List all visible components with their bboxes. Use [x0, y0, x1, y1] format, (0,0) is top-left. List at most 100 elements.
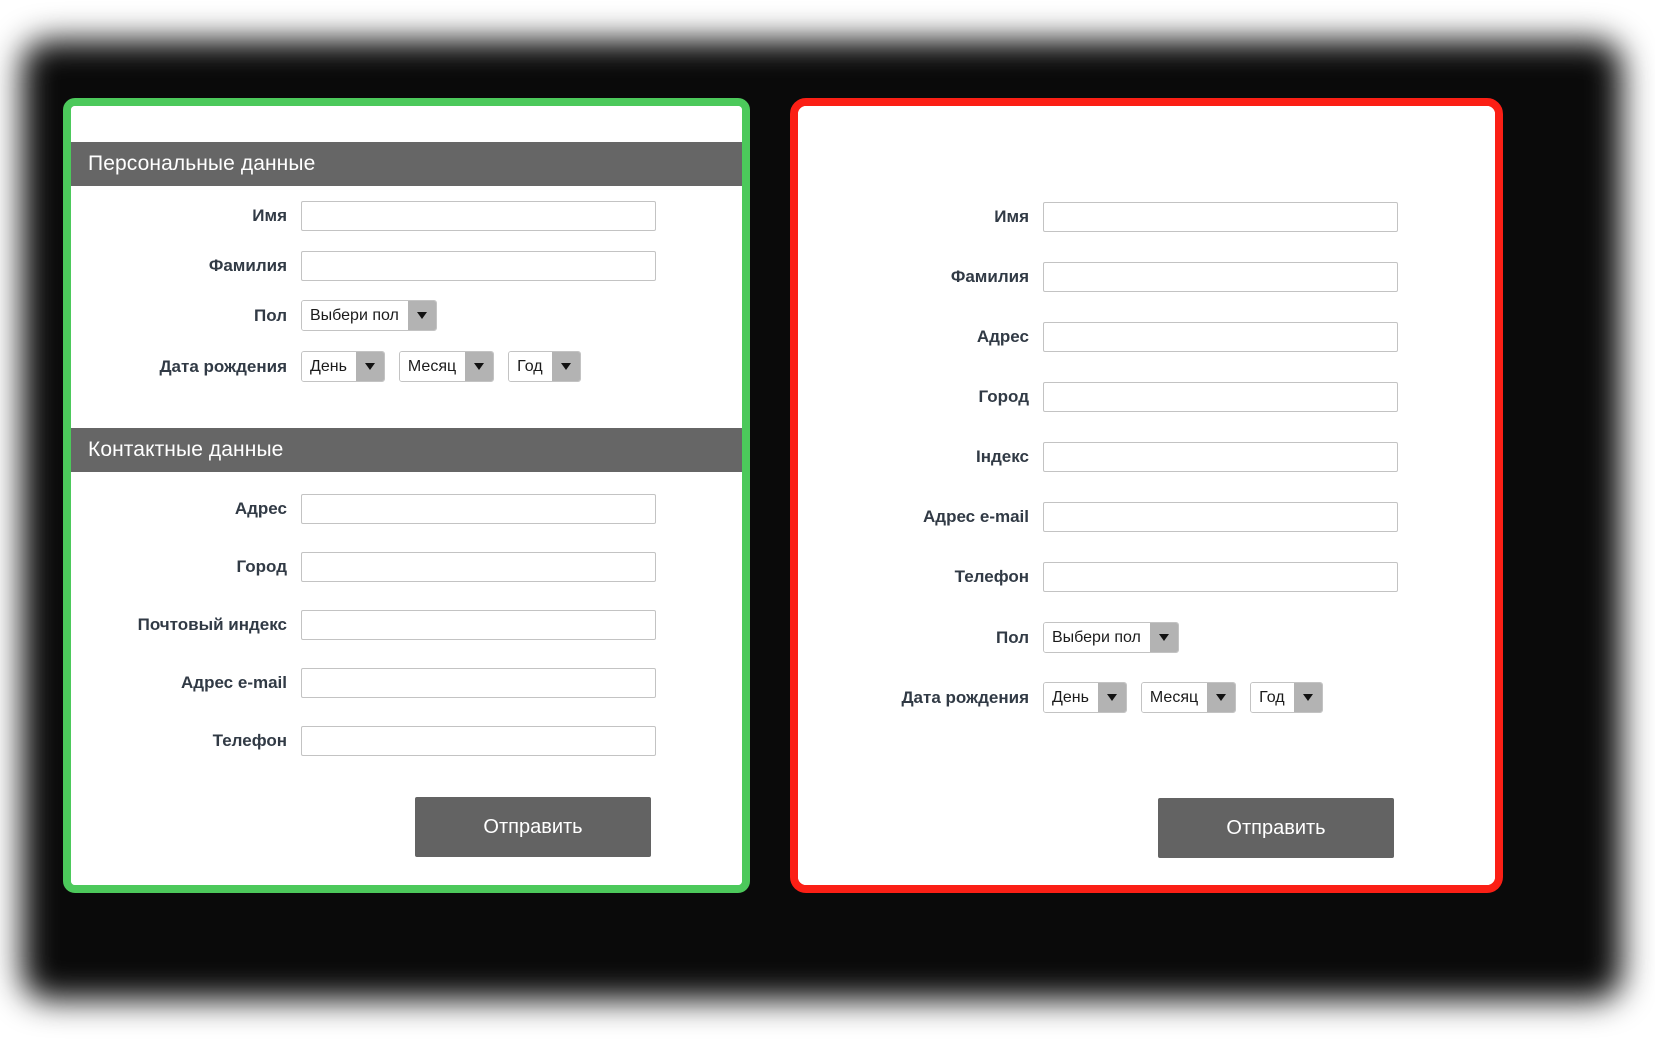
- input-city-right[interactable]: [1043, 382, 1398, 412]
- section-header-contact: Контактные данные: [71, 428, 742, 472]
- field-area-email-right: [1043, 502, 1398, 532]
- field-area-phone-right: [1043, 562, 1398, 592]
- field-area-postal-code: [301, 610, 656, 640]
- field-area-address: [301, 494, 656, 524]
- chevron-down-icon: [1207, 683, 1236, 712]
- field-area-postal-code-right: [1043, 442, 1398, 472]
- chevron-down-icon: [355, 352, 384, 381]
- field-area-address-right: [1043, 322, 1398, 352]
- field-area-gender: Выбери пол: [301, 300, 437, 331]
- select-birth-month-right-value: Месяц: [1141, 683, 1208, 712]
- label-email: Адрес e-mail: [181, 673, 287, 692]
- row-birth-date: Дата рождения День Месяц Год: [71, 351, 691, 382]
- select-birth-month[interactable]: Месяц: [398, 351, 495, 382]
- comparison-screenshot: Персональные данные Имя Фамилия Пол Выбе…: [0, 0, 1655, 1053]
- label-phone-right: Телефон: [954, 567, 1029, 586]
- label-city-right: Город: [978, 387, 1029, 406]
- label-phone: Телефон: [212, 731, 287, 750]
- row-address: Адрес: [71, 494, 657, 524]
- row-address-right: Адрес: [798, 322, 1408, 352]
- input-phone[interactable]: [301, 726, 656, 756]
- label-birth-date: Дата рождения: [159, 356, 287, 376]
- select-birth-year-value: Год: [509, 352, 552, 381]
- label-city: Город: [236, 557, 287, 576]
- input-last-name[interactable]: [301, 251, 656, 281]
- label-gender: Пол: [254, 305, 287, 325]
- row-phone: Телефон: [71, 726, 657, 756]
- chevron-down-icon: [1149, 623, 1178, 652]
- select-birth-day-right-value: День: [1044, 683, 1098, 712]
- input-postal-code-right[interactable]: [1043, 442, 1398, 472]
- select-birth-day[interactable]: День: [301, 351, 385, 382]
- field-area-birth-date: День Месяц Год: [301, 351, 581, 382]
- row-postal-code-right: Індекс: [798, 442, 1408, 472]
- chevron-down-icon: [1097, 683, 1126, 712]
- label-email-right: Адрес e-mail: [923, 507, 1029, 526]
- submit-button-right[interactable]: Отправить: [1158, 798, 1394, 858]
- select-gender-right-value: Выбери пол: [1044, 623, 1150, 652]
- select-gender-value: Выбери пол: [302, 301, 408, 330]
- row-gender-right: Пол Выбери пол: [798, 622, 1408, 653]
- input-first-name-right[interactable]: [1043, 202, 1398, 232]
- input-phone-right[interactable]: [1043, 562, 1398, 592]
- field-area-phone: [301, 726, 656, 756]
- label-address-right: Адрес: [976, 327, 1029, 346]
- row-first-name: Имя: [71, 201, 657, 231]
- chevron-down-icon: [407, 301, 436, 330]
- label-postal-code: Почтовый индекс: [137, 615, 287, 634]
- left-panel-content: Персональные данные Имя Фамилия Пол Выбе…: [71, 106, 742, 885]
- row-city: Город: [71, 552, 657, 582]
- select-birth-year-right-value: Год: [1251, 683, 1294, 712]
- select-birth-year-right[interactable]: Год: [1250, 682, 1323, 713]
- field-area-first-name-right: [1043, 202, 1398, 232]
- select-gender[interactable]: Выбери пол: [301, 300, 437, 331]
- input-last-name-right[interactable]: [1043, 262, 1398, 292]
- input-city[interactable]: [301, 552, 656, 582]
- field-area-email: [301, 668, 656, 698]
- label-first-name-right: Имя: [994, 207, 1029, 226]
- select-birth-day-value: День: [302, 352, 356, 381]
- select-gender-right[interactable]: Выбери пол: [1043, 622, 1179, 653]
- input-email[interactable]: [301, 668, 656, 698]
- row-last-name: Фамилия: [71, 251, 657, 281]
- chevron-down-icon: [465, 352, 494, 381]
- field-area-last-name-right: [1043, 262, 1398, 292]
- input-address[interactable]: [301, 494, 656, 524]
- row-first-name-right: Имя: [798, 202, 1408, 232]
- section-header-personal: Персональные данные: [71, 142, 742, 186]
- label-gender-right: Пол: [996, 627, 1029, 647]
- label-last-name-right: Фамилия: [950, 267, 1029, 286]
- field-area-gender-right: Выбери пол: [1043, 622, 1179, 653]
- field-area-last-name: [301, 251, 656, 281]
- input-address-right[interactable]: [1043, 322, 1398, 352]
- row-email-right: Адрес e-mail: [798, 502, 1408, 532]
- label-birth-date-right: Дата рождения: [901, 687, 1029, 707]
- right-panel-content: Имя Фамилия Адрес Город Індекс Адрес e-m…: [798, 106, 1495, 885]
- field-area-city: [301, 552, 656, 582]
- select-birth-month-value: Месяц: [399, 352, 466, 381]
- field-area-city-right: [1043, 382, 1398, 412]
- label-last-name: Фамилия: [208, 256, 287, 275]
- field-area-first-name: [301, 201, 656, 231]
- field-area-birth-date-right: День Месяц Год: [1043, 682, 1323, 713]
- row-gender: Пол Выбери пол: [71, 300, 657, 331]
- input-email-right[interactable]: [1043, 502, 1398, 532]
- section-title-personal: Персональные данные: [88, 152, 316, 175]
- row-birth-date-right: Дата рождения День Месяц Год: [798, 682, 1438, 713]
- row-postal-code: Почтовый индекс: [71, 610, 657, 640]
- select-birth-year[interactable]: Год: [508, 351, 581, 382]
- row-city-right: Город: [798, 382, 1408, 412]
- section-title-contact: Контактные данные: [88, 438, 284, 461]
- label-first-name: Имя: [252, 206, 287, 225]
- row-phone-right: Телефон: [798, 562, 1408, 592]
- form-panel-left-valid: Персональные данные Имя Фамилия Пол Выбе…: [63, 98, 750, 893]
- label-address: Адрес: [234, 499, 287, 518]
- form-panel-right-invalid: Имя Фамилия Адрес Город Індекс Адрес e-m…: [790, 98, 1503, 893]
- row-last-name-right: Фамилия: [798, 262, 1408, 292]
- select-birth-month-right[interactable]: Месяц: [1140, 682, 1237, 713]
- select-birth-day-right[interactable]: День: [1043, 682, 1127, 713]
- label-postal-code-right: Індекс: [976, 447, 1029, 466]
- input-first-name[interactable]: [301, 201, 656, 231]
- submit-button-left[interactable]: Отправить: [415, 797, 651, 857]
- input-postal-code[interactable]: [301, 610, 656, 640]
